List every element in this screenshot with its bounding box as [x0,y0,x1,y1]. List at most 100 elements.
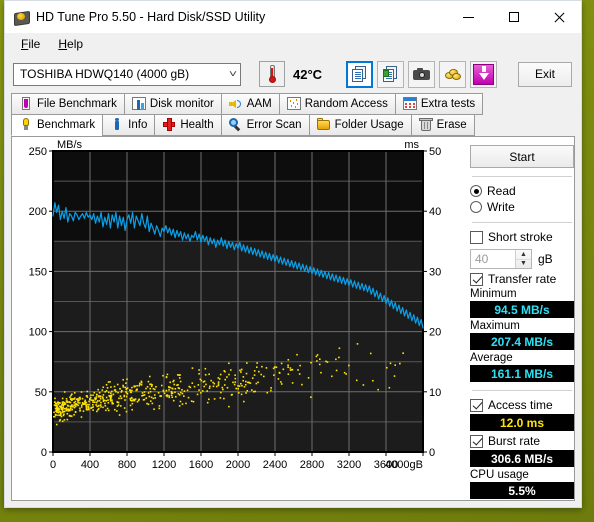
svg-text:250: 250 [29,146,47,158]
tab-random-access[interactable]: Random Access [278,93,396,115]
options-button[interactable] [439,60,467,88]
checkbox-short-stroke[interactable] [470,230,483,244]
thermometer-icon [268,65,276,83]
divider [472,176,572,177]
mode-read-row[interactable]: Read [470,184,574,198]
tab-label: AAM [246,98,272,110]
tab-benchmark[interactable]: Benchmark [11,114,104,136]
spinner-buttons[interactable]: ▲ ▼ [515,250,531,268]
svg-text:0: 0 [50,459,56,471]
maximize-button[interactable] [491,1,536,33]
desktop-background: HD Tune Pro 5.50 - Hard Disk/SSD Utility… [0,0,594,522]
svg-text:1200: 1200 [152,459,176,471]
tab-disk-monitor[interactable]: Disk monitor [123,93,222,115]
svg-text:100: 100 [29,327,47,339]
svg-text:40: 40 [429,206,441,218]
extra-tests-icon [402,97,417,111]
benchmark-icon [19,118,33,132]
svg-text:50: 50 [35,387,47,399]
spinner-down-icon[interactable]: ▼ [516,260,531,269]
short-stroke-value: 40 [475,252,489,266]
temperature-value: 42°C [293,66,323,82]
spinner-up-icon[interactable]: ▲ [516,250,531,260]
access-time-label: Access time [488,398,553,412]
cpu-usage-value: 5.5% [470,482,574,499]
window-controls [446,1,581,33]
tab-label: Health [180,119,214,131]
radio-read[interactable] [470,185,482,197]
checkbox-access-time[interactable] [470,398,483,412]
tab-folder-usage[interactable]: Folder Usage [308,114,412,136]
download-arrow-icon [473,63,495,85]
menu-file[interactable]: File [12,35,49,54]
benchmark-controls: Start Read Write Short stroke 40 ▲ ▼ gB … [464,137,582,500]
tab-row-top: File Benchmark Disk monitor AAM Random A… [11,93,575,115]
menu-help[interactable]: Help [49,35,92,54]
tab-erase[interactable]: Erase [410,114,475,136]
svg-text:3200: 3200 [337,459,361,471]
svg-text:200: 200 [29,206,47,218]
radio-write-label: Write [487,200,515,214]
save-report-button[interactable] [377,60,405,88]
maximum-label: Maximum [470,320,520,332]
divider [472,390,572,391]
tab-health[interactable]: Health [154,114,222,136]
chevron-down-icon: ˅ [228,68,238,80]
benchmark-chart: 0 50 100 150 200 250 0 10 20 30 40 50 0 400 800 1200 160… [12,137,464,500]
burst-rate-row[interactable]: Burst rate [470,434,574,448]
screenshot-button[interactable] [408,60,436,88]
title-bar: HD Tune Pro 5.50 - Hard Disk/SSD Utility [5,1,581,33]
access-time-row[interactable]: Access time [470,398,574,412]
tab-label: Folder Usage [334,119,404,131]
mode-write-row[interactable]: Write [470,200,574,214]
toolbar-buttons [346,60,498,88]
random-access-icon [286,97,301,111]
file-benchmark-icon [19,97,33,111]
short-stroke-input[interactable]: 40 ▲ ▼ [470,249,532,269]
tab-label: Error Scan [246,119,302,131]
divider [472,222,572,223]
svg-text:30: 30 [429,266,441,278]
hd-tune-pro-window: HD Tune Pro 5.50 - Hard Disk/SSD Utility… [4,0,582,508]
tab-label: Info [128,119,148,131]
drive-select[interactable]: TOSHIBA HDWQ140 (4000 gB) ˅ [13,62,241,86]
tab-extra-tests[interactable]: Extra tests [394,93,484,115]
download-button[interactable] [470,60,498,88]
document-copy-icon [352,66,367,82]
svg-text:2000: 2000 [226,459,250,471]
minimum-value: 94.5 MB/s [470,301,574,318]
exit-button[interactable]: Exit [518,61,572,87]
svg-text:50: 50 [429,146,441,158]
svg-text:2400: 2400 [263,459,287,471]
tab-error-scan[interactable]: Error Scan [220,114,310,136]
copy-report-button[interactable] [346,60,374,88]
average-label: Average [470,352,513,364]
burst-rate-value: 306.6 MB/s [470,450,574,467]
svg-text:20: 20 [429,327,441,339]
checkbox-transfer-rate[interactable] [470,272,483,286]
coins-icon [444,67,461,81]
minimize-button[interactable] [446,1,491,33]
error-scan-magnifier-icon [228,118,243,132]
temperature-indicator [259,61,285,87]
benchmark-panel: 0 50 100 150 200 250 0 10 20 30 40 50 0 400 800 1200 160… [11,136,575,501]
tab-bar: File Benchmark Disk monitor AAM Random A… [5,93,581,136]
tab-label: Extra tests [420,98,476,110]
minimum-label: Minimum [470,288,517,300]
tab-info[interactable]: Info [102,114,156,136]
tab-label: Erase [436,119,467,131]
checkbox-burst-rate[interactable] [470,434,483,448]
minimize-icon [463,16,474,18]
info-icon [110,118,124,132]
svg-text:4000gB: 4000gB [385,459,423,471]
transfer-rate-row[interactable]: Transfer rate [470,272,574,286]
radio-write[interactable] [470,201,482,213]
tab-aam[interactable]: AAM [220,93,280,115]
start-button[interactable]: Start [470,145,574,168]
tab-file-benchmark[interactable]: File Benchmark [11,93,125,115]
short-stroke-row[interactable]: Short stroke [470,230,574,244]
close-button[interactable] [536,1,581,33]
menu-bar: File Help [5,33,581,55]
window-title: HD Tune Pro 5.50 - Hard Disk/SSD Utility [36,10,266,24]
svg-text:ms: ms [404,139,419,151]
